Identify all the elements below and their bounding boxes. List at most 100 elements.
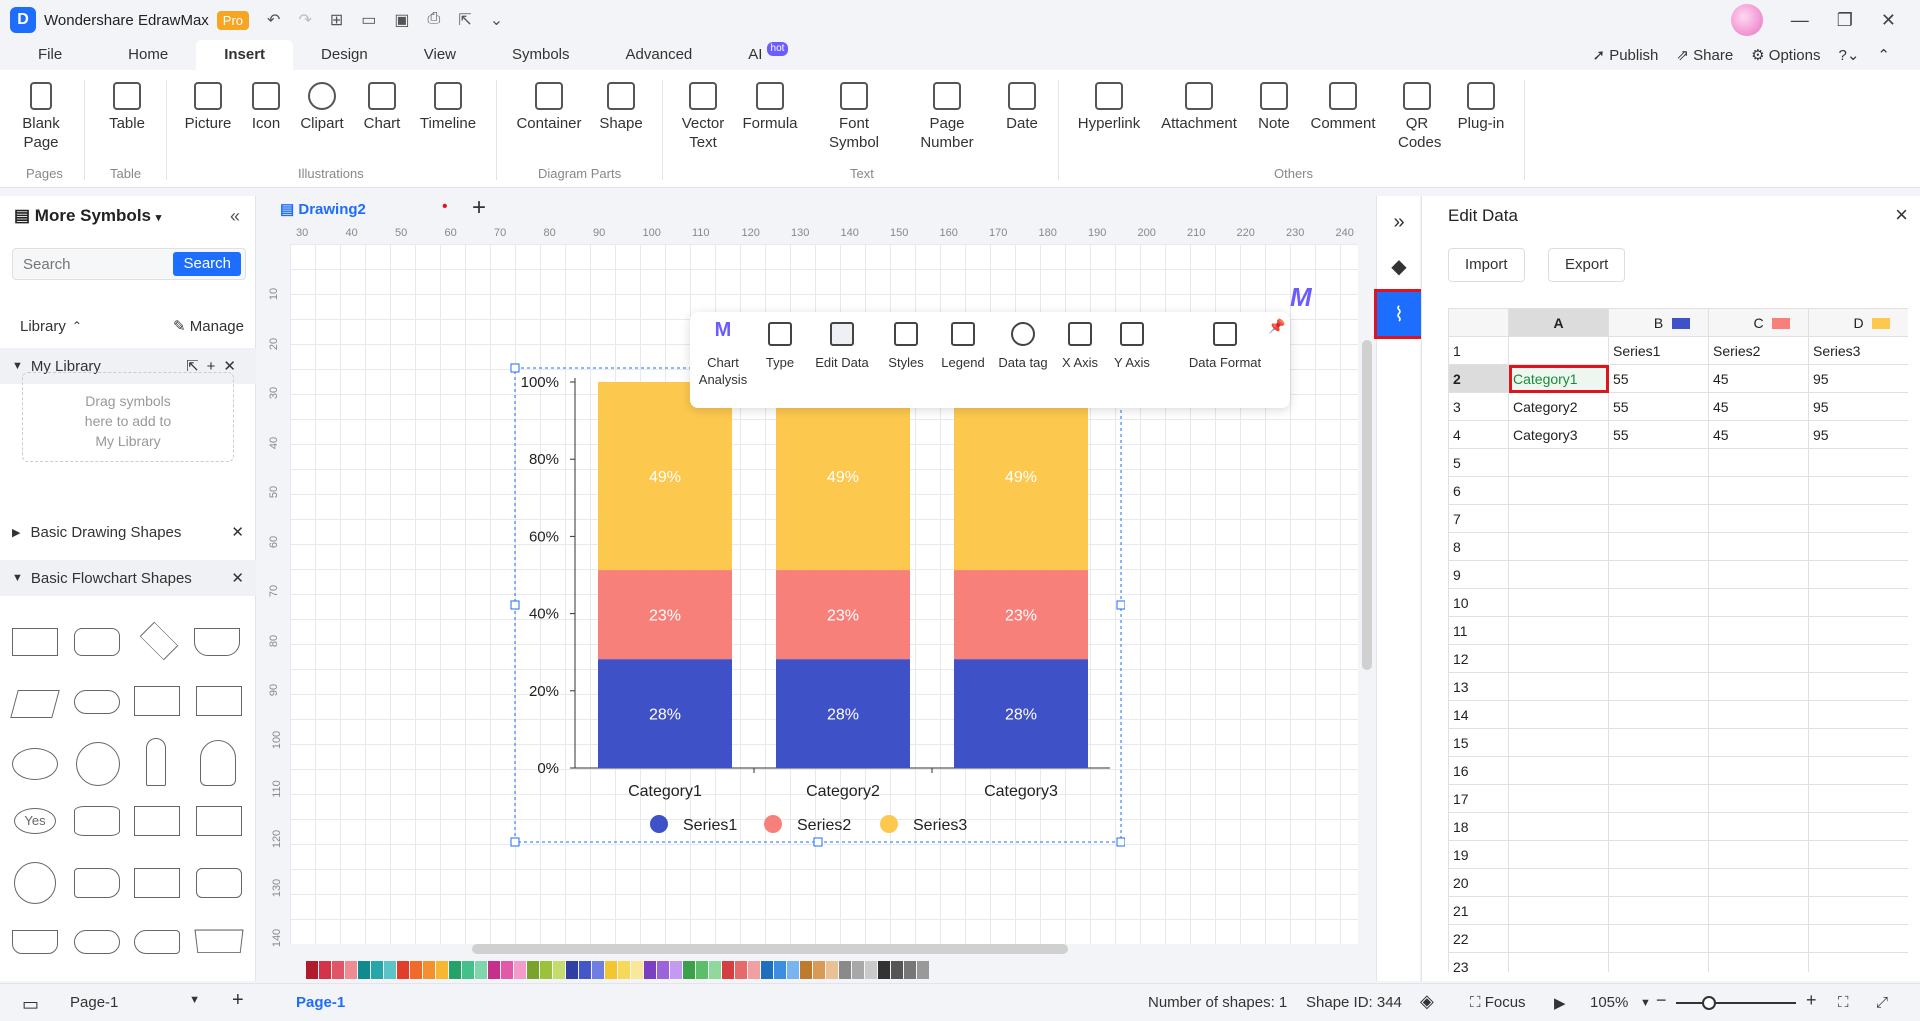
library-label[interactable]: Library (20, 318, 66, 335)
row-header[interactable]: 17 (1449, 785, 1509, 813)
options-button[interactable]: ⚙ Options (1751, 46, 1820, 64)
menu-symbols[interactable]: Symbols (484, 40, 598, 70)
y-axis-button[interactable]: Y Axis (1110, 322, 1154, 371)
color-swatch[interactable] (670, 961, 682, 979)
chart-data-icon[interactable]: ⌇ (1374, 289, 1424, 339)
data-cell[interactable]: Category3 (1509, 421, 1609, 449)
row-header[interactable]: 12 (1449, 645, 1509, 673)
horizontal-scrollbar[interactable] (472, 944, 1068, 954)
data-cell[interactable] (1509, 589, 1609, 617)
data-cell[interactable] (1609, 589, 1709, 617)
data-cell[interactable] (1709, 449, 1809, 477)
new-icon[interactable]: ⊞ (330, 10, 343, 30)
row-header[interactable]: 2 (1449, 365, 1509, 393)
data-cell[interactable] (1709, 561, 1809, 589)
color-swatch[interactable] (631, 961, 643, 979)
color-swatch[interactable] (462, 961, 474, 979)
row-header[interactable]: 10 (1449, 589, 1509, 617)
color-swatch[interactable] (306, 961, 318, 979)
data-cell[interactable] (1809, 505, 1908, 533)
vector-text-button[interactable]: Vector Text (680, 82, 726, 152)
data-cell[interactable] (1609, 729, 1709, 757)
avatar[interactable] (1730, 4, 1763, 36)
data-cell[interactable] (1509, 729, 1609, 757)
color-swatch[interactable] (657, 961, 669, 979)
color-swatch[interactable] (904, 961, 916, 979)
color-swatch[interactable] (488, 961, 500, 979)
clipart-button[interactable]: Clipart (298, 82, 346, 133)
data-cell[interactable] (1509, 533, 1609, 561)
row-header[interactable]: 20 (1449, 869, 1509, 897)
data-cell[interactable]: Series2 (1709, 337, 1809, 365)
column-header[interactable]: B (1609, 309, 1709, 337)
data-cell[interactable] (1609, 673, 1709, 701)
predefined-process-shape[interactable] (134, 686, 180, 716)
edit-data-button[interactable]: Edit Data (812, 322, 872, 371)
stacked-bar-chart[interactable]: 0% 20% 40% 60% 80% 100% 28% 23% 49% Category1 28% 2… (505, 360, 1125, 850)
circle-shape[interactable] (76, 742, 120, 786)
column-header[interactable]: A (1509, 309, 1609, 337)
row-header[interactable]: 19 (1449, 841, 1509, 869)
focus-button[interactable]: ⛶ Focus (1470, 994, 1526, 1011)
terminator-shape[interactable] (74, 690, 120, 714)
color-swatch[interactable] (917, 961, 929, 979)
row-header[interactable]: 23 (1449, 953, 1509, 972)
data-cell[interactable] (1509, 701, 1609, 729)
color-swatch[interactable] (514, 961, 526, 979)
person-shape[interactable] (200, 740, 236, 786)
data-cell[interactable] (1609, 449, 1709, 477)
publish-button[interactable]: ➚ Publish (1592, 46, 1658, 64)
row-header[interactable]: 14 (1449, 701, 1509, 729)
loop-shape[interactable] (134, 930, 180, 954)
data-cell[interactable] (1509, 757, 1609, 785)
data-cell[interactable] (1709, 729, 1809, 757)
data-cell[interactable] (1509, 505, 1609, 533)
color-swatch[interactable] (644, 961, 656, 979)
data-cell[interactable] (1709, 589, 1809, 617)
print-icon[interactable]: ⎙ (428, 10, 441, 30)
data-cell[interactable] (1809, 701, 1908, 729)
data-cell[interactable] (1809, 477, 1908, 505)
data-cell[interactable]: 55 (1609, 393, 1709, 421)
data-cell[interactable] (1709, 645, 1809, 673)
color-swatch[interactable] (774, 961, 786, 979)
data-cell[interactable]: 45 (1709, 393, 1809, 421)
timeline-button[interactable]: Timeline (418, 82, 478, 133)
menu-design[interactable]: Design (293, 40, 396, 70)
ellipse-shape[interactable] (12, 748, 58, 780)
data-cell[interactable] (1509, 813, 1609, 841)
ai-assistant-icon[interactable]: M (1290, 282, 1312, 313)
color-swatch[interactable] (410, 961, 422, 979)
expand-panel-icon[interactable]: » (1377, 200, 1421, 244)
data-cell[interactable] (1809, 673, 1908, 701)
display-shape[interactable] (74, 930, 120, 954)
manage-button[interactable]: ✎ Manage (173, 317, 244, 335)
color-swatch[interactable] (800, 961, 812, 979)
color-swatch[interactable] (384, 961, 396, 979)
redo-icon[interactable]: ↷ (298, 10, 311, 30)
share-button[interactable]: ⇗ Share (1676, 46, 1733, 64)
card-shape[interactable] (134, 806, 180, 836)
color-swatch[interactable] (709, 961, 721, 979)
color-swatch[interactable] (397, 961, 409, 979)
data-cell[interactable] (1609, 505, 1709, 533)
blank-page-button[interactable]: Blank Page (20, 82, 62, 152)
data-cell[interactable] (1809, 785, 1908, 813)
more-symbols-title[interactable]: ▤ More Symbols ▾ (14, 206, 161, 226)
color-swatch[interactable] (592, 961, 604, 979)
decision-shape[interactable] (139, 621, 179, 661)
data-cell[interactable] (1809, 841, 1908, 869)
new-tab-button[interactable]: + (472, 194, 486, 222)
data-cell[interactable] (1709, 869, 1809, 897)
page-number-button[interactable]: Page Number (918, 82, 976, 152)
color-swatch[interactable] (319, 961, 331, 979)
data-cell[interactable] (1609, 869, 1709, 897)
data-cell[interactable] (1509, 449, 1609, 477)
undo-icon[interactable]: ↶ (267, 10, 280, 30)
chevron-up-icon[interactable]: ⌃ (72, 319, 82, 333)
data-shape[interactable] (10, 690, 60, 718)
color-swatch[interactable] (332, 961, 344, 979)
data-cell[interactable] (1509, 841, 1609, 869)
data-cell[interactable]: 55 (1609, 365, 1709, 393)
page-selector[interactable]: Page-1 ▼ (70, 994, 200, 1011)
